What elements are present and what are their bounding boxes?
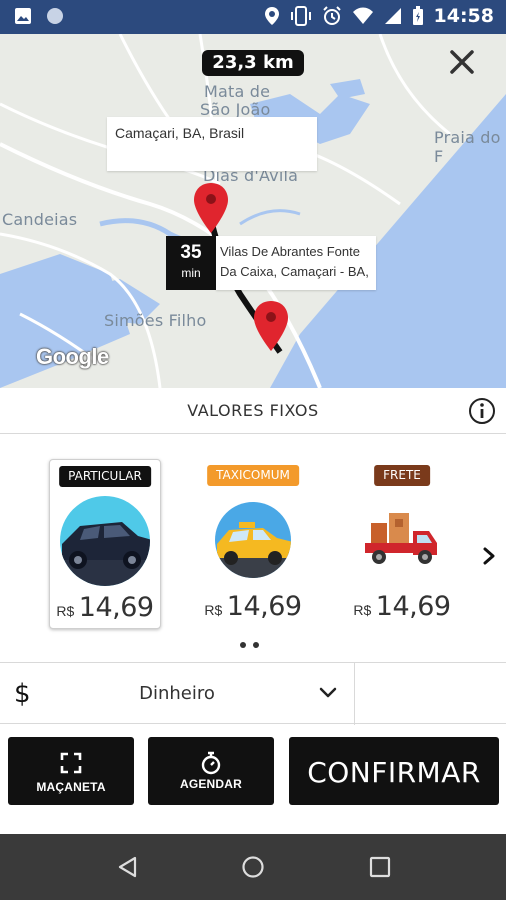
divider — [354, 663, 355, 725]
category-tag: FRETE — [374, 465, 430, 486]
button-label: CONFIRMAR — [307, 756, 481, 789]
recents-icon[interactable] — [367, 854, 393, 880]
button-label: AGENDAR — [179, 777, 243, 791]
info-icon[interactable] — [468, 397, 496, 425]
price-value: 14,69 — [78, 592, 154, 623]
chevron-down-icon[interactable] — [318, 685, 338, 701]
section-title: VALORES FIXOS — [187, 401, 319, 420]
payment-method-selector[interactable]: $ Dinheiro — [0, 662, 506, 725]
category-carousel: PARTICULAR R$ 14,69 TAXICOMUM R$ 14,69 F… — [0, 435, 506, 660]
currency-symbol: R$ — [56, 603, 75, 619]
macaneta-button[interactable]: MAÇANETA — [8, 737, 134, 805]
category-tag: TAXICOMUM — [207, 465, 299, 486]
category-price: R$ 14,69 — [197, 591, 309, 622]
truck-icon — [365, 513, 437, 564]
dollar-icon: $ — [14, 679, 31, 709]
category-tag: PARTICULAR — [59, 466, 151, 487]
confirm-button[interactable]: CONFIRMAR — [289, 737, 499, 805]
status-bar: 14:58 — [0, 0, 506, 34]
wifi-icon — [352, 7, 373, 24]
map-label: Simões Filho — [104, 311, 207, 330]
stopwatch-icon — [201, 751, 221, 775]
destination-callout[interactable]: Vilas De Abrantes Fonte Da Caixa, Camaça… — [216, 236, 376, 290]
destination-pin-icon[interactable] — [253, 300, 289, 352]
category-price: R$ 14,69 — [346, 591, 458, 622]
price-value: 14,69 — [375, 591, 451, 622]
currency-symbol: R$ — [353, 602, 372, 618]
price-value: 14,69 — [226, 591, 302, 622]
eta-box: 35 min — [166, 236, 216, 290]
map-label: Praia do F — [434, 128, 501, 166]
button-label: MAÇANETA — [36, 780, 106, 794]
back-icon[interactable] — [115, 854, 141, 880]
distance-badge: 23,3 km — [202, 50, 304, 76]
eta-unit: min — [181, 266, 201, 280]
origin-pin-icon[interactable] — [193, 182, 229, 234]
signal-icon — [384, 8, 401, 24]
category-card-taxicomum[interactable]: TAXICOMUM R$ 14,69 — [197, 459, 309, 629]
currency-symbol: R$ — [204, 602, 223, 618]
map-label: Mata de — [204, 82, 271, 101]
fixed-prices-header: VALORES FIXOS — [0, 388, 506, 434]
android-nav-bar — [0, 834, 506, 900]
image-icon — [15, 8, 31, 24]
eta-value: 35 — [180, 242, 202, 263]
fullscreen-icon — [60, 752, 82, 774]
close-icon[interactable] — [446, 46, 478, 78]
home-icon[interactable] — [240, 854, 266, 880]
location-icon — [264, 7, 279, 25]
category-card-particular[interactable]: PARTICULAR R$ 14,69 — [49, 459, 161, 629]
car-icon — [60, 496, 150, 586]
payment-method-label: Dinheiro — [139, 683, 215, 704]
schedule-button[interactable]: AGENDAR — [148, 737, 274, 805]
google-logo: Google — [36, 344, 109, 369]
chevron-right-icon[interactable] — [478, 543, 500, 569]
taxi-icon — [215, 502, 291, 578]
page-dot — [253, 642, 259, 648]
vibrate-icon — [290, 6, 311, 26]
alarm-icon — [322, 6, 341, 25]
category-price: R$ 14,69 — [50, 592, 160, 623]
clock: 14:58 — [433, 5, 494, 27]
carousel-pagination — [240, 642, 259, 648]
page-dot — [240, 642, 246, 648]
map-view[interactable]: Mata de São João Dias d'Avila Candeias S… — [0, 34, 506, 388]
circle-icon — [47, 8, 63, 24]
battery-icon — [412, 6, 423, 25]
category-card-frete[interactable]: FRETE R$ 14,69 — [346, 459, 458, 629]
map-label: Candeias — [2, 210, 78, 229]
origin-callout[interactable]: Camaçari, BA, Brasil — [107, 117, 317, 171]
